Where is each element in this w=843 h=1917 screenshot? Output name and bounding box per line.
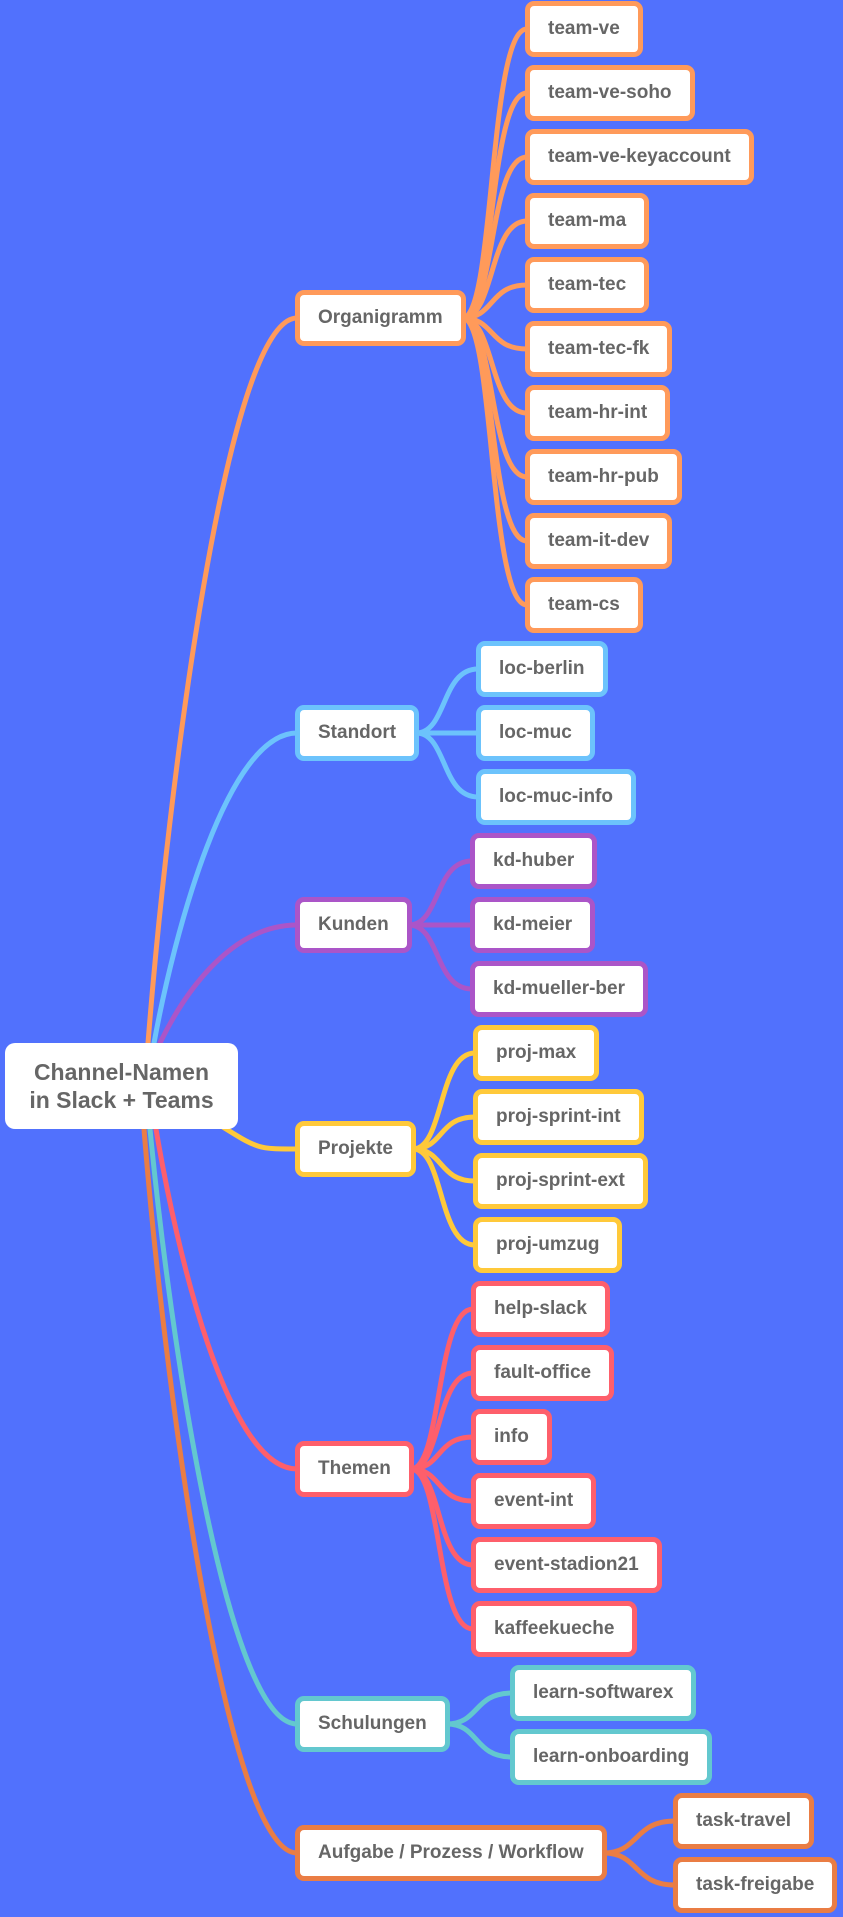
connector-themen-to-kaffeekueche	[408, 1466, 476, 1632]
connector-kunden-to-kd-huber	[406, 858, 475, 928]
channel-node-loc-muc-info[interactable]: loc-muc-info	[476, 769, 636, 825]
channel-node-learn-onboarding-label: learn-onboarding	[533, 1746, 690, 1767]
root-node[interactable]: Channel-Namen in Slack + Teams	[5, 1043, 238, 1129]
channel-node-team-tec-fk-label: team-tec-fk	[548, 338, 650, 359]
channel-node-info[interactable]: info	[471, 1409, 552, 1465]
channel-node-fault-office[interactable]: fault-office	[471, 1345, 615, 1401]
channel-node-kd-meier[interactable]: kd-meier	[470, 897, 596, 953]
channel-node-task-travel[interactable]: task-travel	[673, 1793, 815, 1849]
branch-node-projekte-label: Projekte	[318, 1138, 393, 1159]
channel-node-proj-max-label: proj-max	[496, 1042, 577, 1063]
channel-node-team-ve-soho[interactable]: team-ve-soho	[525, 65, 695, 121]
channel-node-team-ve-label: team-ve	[548, 18, 620, 39]
connector-root-to-branch-2	[157, 922, 300, 1046]
branch-node-themen-label: Themen	[318, 1458, 391, 1479]
branch-node-aufgabe-prozess-workflow-label: Aufgabe / Prozess / Workflow	[318, 1842, 584, 1863]
branch-node-kunden[interactable]: Kunden	[295, 897, 412, 953]
branch-node-standort[interactable]: Standort	[295, 705, 420, 761]
connector-kunden-to-kd-mueller-ber	[406, 922, 475, 992]
channel-node-team-hr-int-label: team-hr-int	[548, 402, 648, 423]
channel-node-team-cs-label: team-cs	[548, 594, 620, 615]
channel-node-event-stadion21-label: event-stadion21	[494, 1554, 639, 1575]
channel-node-help-slack[interactable]: help-slack	[471, 1281, 610, 1337]
channel-node-team-ve-keyaccount[interactable]: team-ve-keyaccount	[525, 129, 754, 185]
channel-node-task-freigabe-label: task-freigabe	[696, 1874, 815, 1895]
channel-node-team-it-dev[interactable]: team-it-dev	[525, 513, 673, 569]
branch-node-themen[interactable]: Themen	[295, 1441, 414, 1497]
channel-node-proj-sprint-int-label: proj-sprint-int	[496, 1106, 621, 1127]
branch-node-schulungen[interactable]: Schulungen	[295, 1696, 450, 1752]
branch-node-organigramm[interactable]: Organigramm	[295, 290, 466, 346]
channel-node-loc-muc[interactable]: loc-muc	[476, 705, 595, 761]
channel-node-help-slack-label: help-slack	[494, 1298, 587, 1319]
connector-aufgabe-prozess-workflow-to-task-freigabe	[601, 1850, 678, 1888]
channel-node-kd-huber-label: kd-huber	[493, 850, 575, 871]
connector-standort-to-loc-muc-info	[413, 730, 481, 800]
connector-root-to-branch-0	[145, 315, 300, 1046]
branch-node-aufgabe-prozess-workflow[interactable]: Aufgabe / Prozess / Workflow	[295, 1825, 607, 1881]
connector-projekte-to-proj-max	[410, 1050, 478, 1152]
channel-node-loc-berlin[interactable]: loc-berlin	[476, 641, 608, 697]
mind-map-canvas: Channel-Namen in Slack + Teams Organigra…	[0, 0, 843, 1917]
branch-node-standort-label: Standort	[318, 722, 397, 743]
channel-node-kaffeekueche-label: kaffeekueche	[494, 1618, 615, 1639]
channel-node-task-travel-label: task-travel	[696, 1810, 792, 1831]
channel-node-team-it-dev-label: team-it-dev	[548, 530, 650, 551]
channel-node-kd-mueller-ber-label: kd-mueller-ber	[493, 978, 625, 999]
channel-node-proj-max[interactable]: proj-max	[473, 1025, 600, 1081]
channel-node-proj-sprint-ext[interactable]: proj-sprint-ext	[473, 1153, 648, 1209]
connector-schulungen-to-learn-onboarding	[444, 1721, 515, 1760]
channel-node-team-hr-pub-label: team-hr-pub	[548, 466, 659, 487]
branch-node-schulungen-label: Schulungen	[318, 1713, 427, 1734]
channel-node-learn-softwarex-label: learn-softwarex	[533, 1682, 674, 1703]
connector-organigramm-to-team-it-dev	[460, 315, 530, 544]
channel-node-loc-muc-label: loc-muc	[499, 722, 572, 743]
channel-node-loc-muc-info-label: loc-muc-info	[499, 786, 613, 807]
channel-node-task-freigabe[interactable]: task-freigabe	[673, 1857, 838, 1913]
channel-node-event-int-label: event-int	[494, 1490, 574, 1511]
channel-node-proj-sprint-int[interactable]: proj-sprint-int	[473, 1089, 644, 1145]
channel-node-team-ma[interactable]: team-ma	[525, 193, 650, 249]
channel-node-team-hr-int[interactable]: team-hr-int	[525, 385, 671, 441]
channel-node-kd-mueller-ber[interactable]: kd-mueller-ber	[470, 961, 648, 1017]
channel-node-team-ve-keyaccount-label: team-ve-keyaccount	[548, 146, 731, 167]
branch-node-organigramm-label: Organigramm	[318, 307, 443, 328]
channel-node-fault-office-label: fault-office	[494, 1362, 592, 1383]
connector-standort-to-loc-berlin	[413, 666, 481, 736]
channel-node-kaffeekueche[interactable]: kaffeekueche	[471, 1601, 638, 1657]
channel-node-team-tec-fk[interactable]: team-tec-fk	[525, 321, 673, 377]
branch-node-projekte[interactable]: Projekte	[295, 1121, 416, 1177]
connector-projekte-to-proj-umzug	[410, 1146, 478, 1248]
channel-node-event-int[interactable]: event-int	[471, 1473, 597, 1529]
channel-node-learn-onboarding[interactable]: learn-onboarding	[510, 1729, 713, 1785]
channel-node-team-ma-label: team-ma	[548, 210, 627, 231]
root-title-line-2: in Slack + Teams	[29, 1087, 214, 1113]
channel-node-proj-umzug-label: proj-umzug	[496, 1234, 600, 1255]
channel-node-team-ve[interactable]: team-ve	[525, 1, 643, 57]
channel-node-proj-sprint-ext-label: proj-sprint-ext	[496, 1170, 625, 1191]
channel-node-team-cs[interactable]: team-cs	[525, 577, 643, 633]
channel-node-team-tec[interactable]: team-tec	[525, 257, 650, 313]
connector-themen-to-help-slack	[408, 1306, 476, 1472]
connector-aufgabe-prozess-workflow-to-task-travel	[601, 1818, 678, 1856]
root-title-line-1: Channel-Namen	[33, 1059, 210, 1085]
channel-node-info-label: info	[494, 1426, 529, 1447]
channel-node-team-tec-label: team-tec	[548, 274, 627, 295]
channel-node-proj-umzug[interactable]: proj-umzug	[473, 1217, 623, 1273]
channel-node-kd-huber[interactable]: kd-huber	[470, 833, 598, 889]
channel-node-kd-meier-label: kd-meier	[493, 914, 573, 935]
channel-node-loc-berlin-label: loc-berlin	[499, 658, 585, 679]
branch-node-kunden-label: Kunden	[318, 914, 389, 935]
channel-node-event-stadion21[interactable]: event-stadion21	[471, 1537, 662, 1593]
connector-organigramm-to-team-cs	[460, 315, 530, 608]
channel-node-team-hr-pub[interactable]: team-hr-pub	[525, 449, 682, 505]
channel-node-team-ve-soho-label: team-ve-soho	[548, 82, 672, 103]
connector-layer	[141, 26, 678, 1888]
channel-node-learn-softwarex[interactable]: learn-softwarex	[510, 1665, 697, 1721]
connector-schulungen-to-learn-softwarex	[444, 1690, 515, 1727]
connector-root-to-branch-6	[141, 1126, 300, 1856]
